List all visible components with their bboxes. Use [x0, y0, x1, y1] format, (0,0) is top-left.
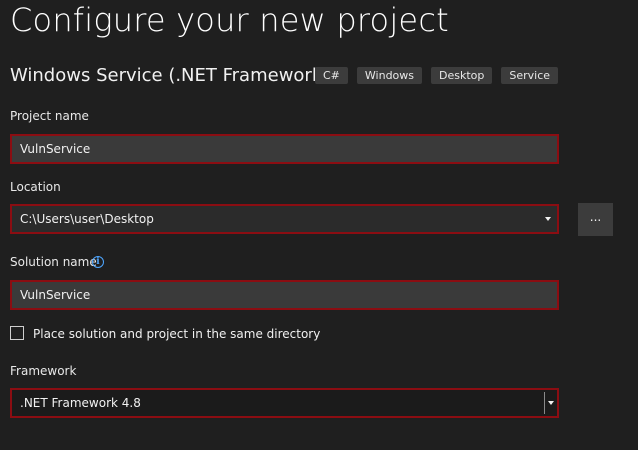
tag-language: C#	[315, 67, 348, 84]
location-value: C:\Users\user\Desktop	[20, 212, 154, 226]
project-name-input[interactable]: VulnService	[10, 134, 559, 164]
tag-category: Service	[501, 67, 559, 84]
project-name-label: Project name	[10, 109, 89, 123]
framework-value: .NET Framework 4.8	[20, 396, 141, 410]
same-directory-checkbox[interactable]	[10, 326, 24, 340]
browse-location-button[interactable]: ...	[578, 203, 613, 236]
solution-name-input[interactable]: VulnService	[10, 280, 559, 310]
same-directory-label[interactable]: Place solution and project in the same d…	[33, 326, 320, 342]
project-name-value: VulnService	[20, 142, 91, 156]
chevron-down-icon[interactable]	[548, 401, 554, 405]
framework-label: Framework	[10, 364, 77, 378]
select-divider	[544, 392, 545, 414]
template-tags: C# Windows Desktop Service	[315, 67, 559, 84]
tag-platform: Windows	[356, 67, 423, 84]
location-combobox[interactable]: C:\Users\user\Desktop	[10, 204, 559, 234]
solution-name-value: VulnService	[20, 288, 91, 302]
tag-project-type: Desktop	[431, 67, 493, 84]
framework-select[interactable]: .NET Framework 4.8	[10, 388, 559, 418]
page-title: Configure your new project	[10, 1, 449, 39]
solution-name-label: Solution name	[10, 255, 97, 269]
info-icon[interactable]: i	[92, 256, 104, 268]
chevron-down-icon[interactable]	[545, 217, 551, 221]
location-label: Location	[10, 180, 61, 194]
template-name: Windows Service (.NET Framework)	[10, 65, 330, 86]
